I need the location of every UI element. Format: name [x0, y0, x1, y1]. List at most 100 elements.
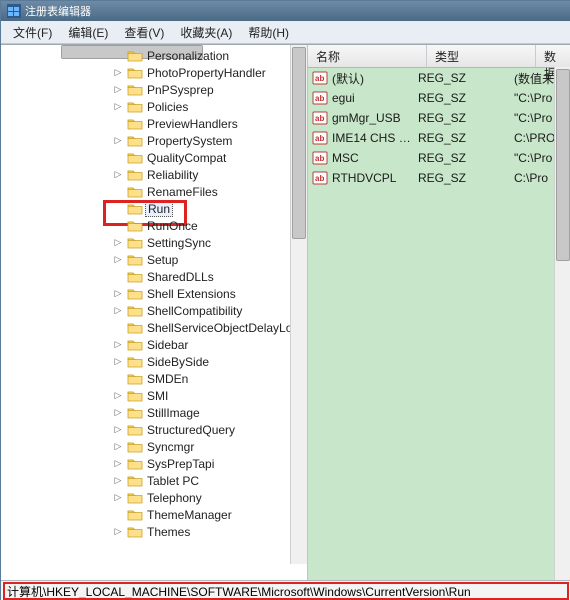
menu-file[interactable]: 文件(F): [5, 22, 60, 43]
expand-icon[interactable]: ▷: [111, 526, 125, 537]
tree-item-label: Shell Extensions: [145, 287, 238, 301]
value-pane: 名称 类型 数据 ab(默认)REG_SZ(数值未abeguiREG_SZ"C:…: [308, 45, 570, 580]
tree-item-label: Policies: [145, 100, 190, 114]
tree-item[interactable]: ▷Reliability: [1, 166, 307, 183]
menu-view[interactable]: 查看(V): [116, 22, 172, 43]
tree-item[interactable]: ▷StructuredQuery: [1, 421, 307, 438]
tree-item-label: ThemeManager: [145, 508, 234, 522]
value-row[interactable]: ab(默认)REG_SZ(数值未: [308, 68, 570, 88]
tree-item[interactable]: ▷ShellCompatibility: [1, 302, 307, 319]
menu-favorites[interactable]: 收藏夹(A): [172, 22, 240, 43]
expand-icon[interactable]: ▷: [111, 424, 125, 435]
tree-item[interactable]: ▷ Shell Extensions: [1, 285, 307, 302]
column-header-type[interactable]: 类型: [427, 45, 536, 67]
expand-icon[interactable]: ▷: [111, 237, 125, 248]
expand-icon[interactable]: ▷: [111, 407, 125, 418]
tree-item[interactable]: RunOnce: [1, 217, 307, 234]
tree-item[interactable]: Run: [1, 200, 307, 217]
value-row[interactable]: abMSCREG_SZ"C:\Pro: [308, 148, 570, 168]
tree-item[interactable]: ▷ SMI: [1, 387, 307, 404]
string-value-icon: ab: [312, 70, 328, 86]
expand-icon[interactable]: ▷: [111, 84, 125, 95]
tree-item[interactable]: ▷Tablet PC: [1, 472, 307, 489]
expand-icon[interactable]: ▷: [111, 339, 125, 350]
value-vertical-scrollbar[interactable]: [554, 67, 570, 580]
status-bar: 计算机\HKEY_LOCAL_MACHINE\SOFTWARE\Microsof…: [1, 580, 570, 600]
tree-vertical-scrollbar[interactable]: [290, 45, 307, 564]
folder-icon: [127, 236, 143, 250]
value-type: REG_SZ: [418, 91, 514, 105]
value-row[interactable]: abgmMgr_USBREG_SZ"C:\Pro: [308, 108, 570, 128]
menu-help[interactable]: 帮助(H): [240, 22, 297, 43]
expand-icon[interactable]: ▷: [111, 441, 125, 452]
value-type: REG_SZ: [418, 131, 514, 145]
tree-item[interactable]: ▷SysPrepTapi: [1, 455, 307, 472]
folder-icon: [127, 83, 143, 97]
expand-icon[interactable]: ▷: [111, 67, 125, 78]
value-type: REG_SZ: [418, 111, 514, 125]
tree-item[interactable]: ▷SettingSync: [1, 234, 307, 251]
expand-icon[interactable]: ▷: [111, 475, 125, 486]
expand-icon[interactable]: ▷: [111, 458, 125, 469]
expand-icon[interactable]: ▷: [111, 135, 125, 146]
tree-item-label: Telephony: [145, 491, 204, 505]
tree-item-label: QualityCompat: [145, 151, 228, 165]
tree-item[interactable]: ▷ Policies: [1, 98, 307, 115]
expand-icon[interactable]: ▷: [111, 356, 125, 367]
folder-icon: [127, 66, 143, 80]
expand-icon[interactable]: ▷: [111, 101, 125, 112]
tree-item[interactable]: ThemeManager: [1, 506, 307, 523]
value-row[interactable]: abeguiREG_SZ"C:\Pro: [308, 88, 570, 108]
folder-icon: [127, 508, 143, 522]
tree-item[interactable]: Personalization: [1, 47, 307, 64]
folder-icon: [127, 491, 143, 505]
folder-icon: [127, 270, 143, 284]
tree-item[interactable]: ▷ Telephony: [1, 489, 307, 506]
scrollbar-thumb[interactable]: [292, 47, 306, 239]
tree-item[interactable]: ▷ PropertySystem: [1, 132, 307, 149]
tree-item[interactable]: QualityCompat: [1, 149, 307, 166]
tree-item[interactable]: SMDEn: [1, 370, 307, 387]
expand-icon[interactable]: ▷: [111, 288, 125, 299]
tree-item[interactable]: RenameFiles: [1, 183, 307, 200]
folder-icon: [127, 372, 143, 386]
client-area: Personalization ▷ PhotoPropertyHandler▷PnP…: [1, 44, 570, 580]
tree-item[interactable]: ▷PnPSysprep: [1, 81, 307, 98]
tree-item[interactable]: PreviewHandlers: [1, 115, 307, 132]
value-row[interactable]: abRTHDVCPLREG_SZC:\Pro: [308, 168, 570, 188]
svg-text:ab: ab: [315, 114, 324, 123]
expand-icon[interactable]: ▷: [111, 390, 125, 401]
tree-item-label: SMI: [145, 389, 170, 403]
tree-item[interactable]: ▷Setup: [1, 251, 307, 268]
value-row[interactable]: abIME14 CHS Set...REG_SZC:\PRO: [308, 128, 570, 148]
tree-item-label: SMDEn: [145, 372, 190, 386]
scrollbar-thumb[interactable]: [556, 69, 570, 261]
registry-tree[interactable]: Personalization ▷ PhotoPropertyHandler▷PnP…: [1, 45, 307, 542]
tree-item-label: ShellServiceObjectDelayLo: [145, 321, 294, 335]
tree-item[interactable]: ▷Sidebar: [1, 336, 307, 353]
tree-item[interactable]: ▷ PhotoPropertyHandler: [1, 64, 307, 81]
tree-item-label: PropertySystem: [145, 134, 234, 148]
tree-item[interactable]: SharedDLLs: [1, 268, 307, 285]
column-header-name[interactable]: 名称: [308, 45, 427, 67]
tree-item-label: PhotoPropertyHandler: [145, 66, 268, 80]
tree-item-label: PreviewHandlers: [145, 117, 240, 131]
column-header-data[interactable]: 数据: [536, 45, 570, 67]
tree-item[interactable]: ▷ Themes: [1, 523, 307, 540]
value-name: egui: [332, 91, 418, 105]
tree-item[interactable]: ▷StillImage: [1, 404, 307, 421]
expand-icon[interactable]: ▷: [111, 254, 125, 265]
menu-edit[interactable]: 编辑(E): [60, 22, 116, 43]
status-path: 计算机\HKEY_LOCAL_MACHINE\SOFTWARE\Microsof…: [7, 583, 471, 600]
tree-item[interactable]: ShellServiceObjectDelayLo: [1, 319, 307, 336]
title-bar[interactable]: 注册表编辑器: [1, 1, 570, 21]
expand-icon[interactable]: ▷: [111, 305, 125, 316]
tree-item[interactable]: ▷SideBySide: [1, 353, 307, 370]
tree-item-label: Themes: [145, 525, 192, 539]
tree-item[interactable]: ▷Syncmgr: [1, 438, 307, 455]
folder-icon: [127, 423, 143, 437]
expand-icon[interactable]: ▷: [111, 169, 125, 180]
svg-text:ab: ab: [315, 94, 324, 103]
expand-icon[interactable]: ▷: [111, 492, 125, 503]
string-value-icon: ab: [312, 90, 328, 106]
